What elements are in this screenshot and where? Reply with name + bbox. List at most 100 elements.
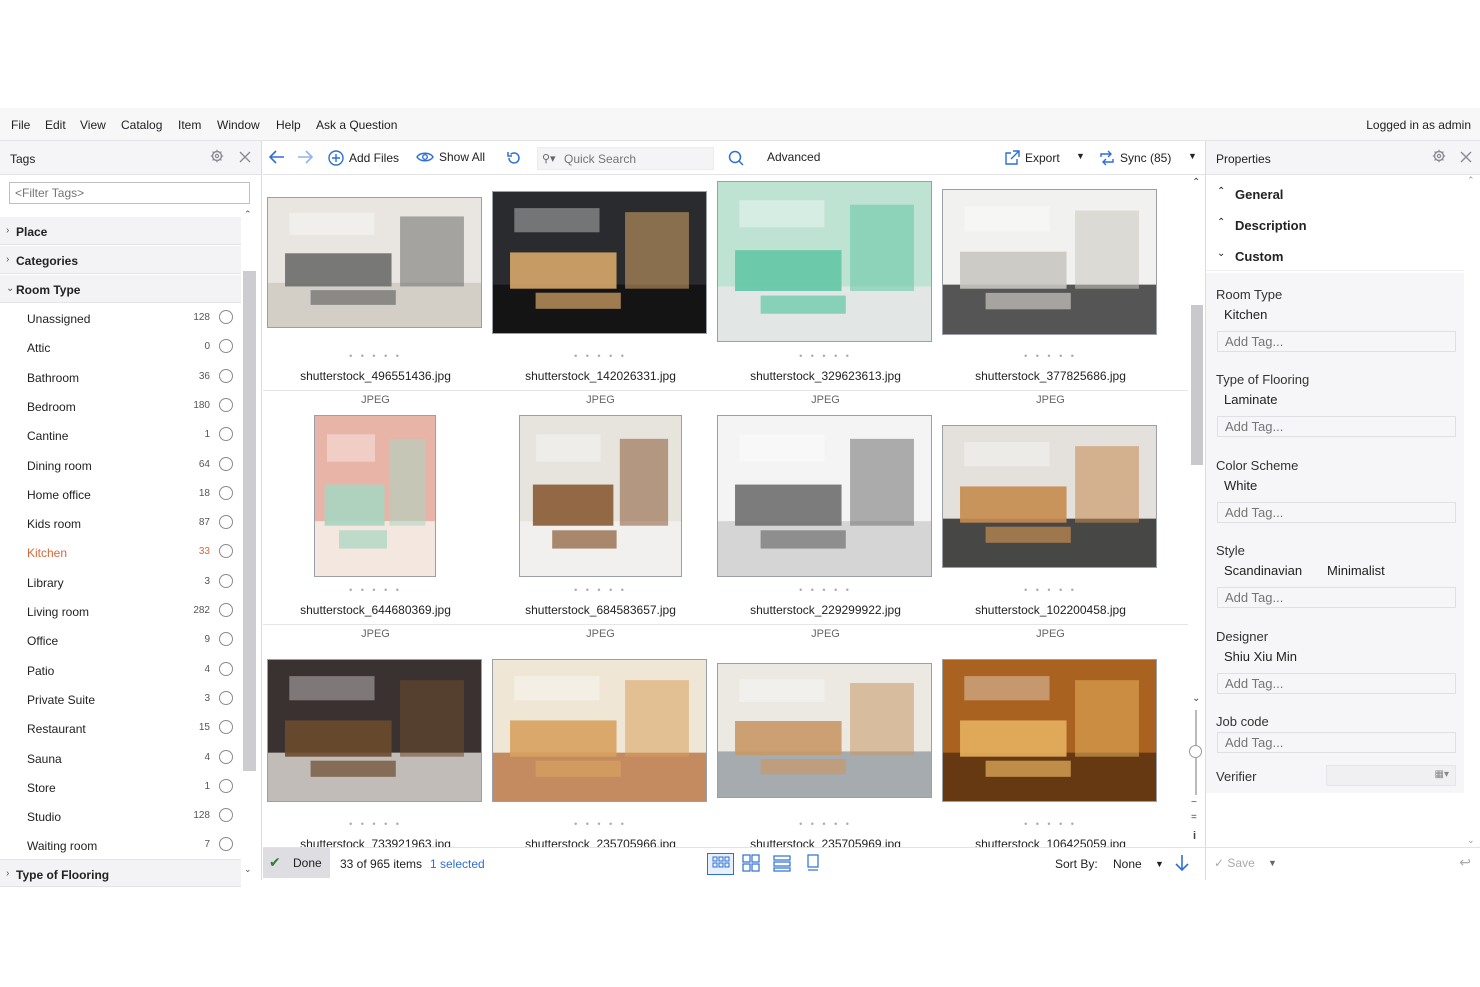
scroll-down-icon[interactable]: ⌄ xyxy=(1192,693,1200,704)
tag-radio-button[interactable] xyxy=(219,749,233,764)
done-button[interactable]: ✔ Done xyxy=(263,848,330,878)
menu-edit[interactable]: Edit xyxy=(45,118,66,132)
thumbnail-image[interactable] xyxy=(717,181,932,342)
tag-row[interactable]: Bathroom 36 xyxy=(0,363,241,392)
tag-row[interactable]: Dining room 64 xyxy=(0,451,241,480)
tag-radio-button[interactable] xyxy=(219,310,233,324)
zoom-out-icon[interactable]: − xyxy=(1191,797,1197,808)
rating-stars[interactable]: • • • • • xyxy=(713,351,938,361)
section-custom[interactable]: ⌄ Custom xyxy=(1206,241,1464,271)
tag-row[interactable]: Kids room 87 xyxy=(0,509,241,538)
thumbnail-image[interactable] xyxy=(267,197,482,328)
menu-file[interactable]: File xyxy=(11,118,30,132)
designer-add-tag[interactable] xyxy=(1217,673,1456,694)
rating-stars[interactable]: • • • • • xyxy=(938,585,1163,595)
thumbnail-image[interactable] xyxy=(717,415,932,577)
room-type-add-tag[interactable] xyxy=(1217,331,1456,352)
sync-dropdown-icon[interactable]: ▼ xyxy=(1188,151,1197,161)
save-dropdown-icon[interactable]: ▼ xyxy=(1268,858,1277,868)
tag-radio-button[interactable] xyxy=(219,485,233,500)
export-button[interactable]: Export xyxy=(1004,150,1060,166)
export-dropdown-icon[interactable]: ▼ xyxy=(1076,151,1085,161)
thumbnail-image[interactable] xyxy=(942,425,1157,568)
sort-direction-arrow-icon[interactable] xyxy=(1175,854,1189,875)
close-icon[interactable] xyxy=(1457,149,1475,167)
style-value[interactable]: Scandinavian xyxy=(1224,563,1302,578)
rating-stars[interactable]: • • • • • xyxy=(488,585,713,595)
search-icon[interactable] xyxy=(728,150,744,166)
thumbnail-image[interactable] xyxy=(267,659,482,802)
rating-stars[interactable]: • • • • • xyxy=(263,585,488,595)
refresh-icon[interactable] xyxy=(506,150,522,166)
tag-row[interactable]: Sauna 4 xyxy=(0,744,241,773)
scroll-up-icon[interactable]: ⌃ xyxy=(1192,177,1200,188)
sync-button[interactable]: Sync (85) xyxy=(1099,150,1171,166)
thumbnail-image[interactable] xyxy=(942,659,1157,802)
tag-row[interactable]: Library 3 xyxy=(0,568,241,597)
gear-icon[interactable] xyxy=(208,149,226,167)
room-type-value[interactable]: Kitchen xyxy=(1224,307,1267,322)
calendar-icon[interactable]: ▦▾ xyxy=(1435,769,1449,780)
flooring-value[interactable]: Laminate xyxy=(1224,392,1277,407)
tag-radio-button[interactable] xyxy=(219,720,233,735)
menu-window[interactable]: Window xyxy=(217,118,260,132)
thumbnail-image[interactable] xyxy=(492,191,707,334)
tag-group-categories[interactable]: › Categories xyxy=(0,246,241,274)
tags-scrollbar[interactable]: ⌃ ⌄ xyxy=(241,209,257,879)
tag-row[interactable]: Patio 4 xyxy=(0,656,241,685)
tag-row[interactable]: Waiting room 7 xyxy=(0,831,241,860)
view-single-icon[interactable] xyxy=(806,854,824,877)
view-grid-small-icon[interactable] xyxy=(707,853,734,875)
tag-row[interactable]: Office 9 xyxy=(0,626,241,655)
tag-group-type-of-flooring[interactable]: › Type of Flooring xyxy=(0,859,241,887)
sort-by-select[interactable]: None xyxy=(1113,857,1142,871)
tag-radio-button[interactable] xyxy=(219,339,233,354)
style-add-tag[interactable] xyxy=(1217,587,1456,608)
tag-row[interactable]: Cantine 1 xyxy=(0,421,241,450)
tag-radio-button[interactable] xyxy=(219,632,233,647)
tag-row[interactable]: Unassigned 128 xyxy=(0,304,241,333)
zoom-fit-icon[interactable]: = xyxy=(1191,812,1197,823)
scroll-up-icon[interactable]: ⌃ xyxy=(1467,175,1475,186)
menu-help[interactable]: Help xyxy=(276,118,301,132)
rating-stars[interactable]: • • • • • xyxy=(713,819,938,829)
job-code-add-tag[interactable] xyxy=(1217,732,1456,753)
rating-stars[interactable]: • • • • • xyxy=(488,351,713,361)
tag-radio-button[interactable] xyxy=(219,427,233,442)
tag-radio-button[interactable] xyxy=(219,778,233,793)
save-button[interactable]: ✓ Save xyxy=(1214,856,1255,870)
grid-scroll-thumb[interactable] xyxy=(1191,305,1203,465)
rating-stars[interactable]: • • • • • xyxy=(713,585,938,595)
back-arrow-icon[interactable] xyxy=(269,150,285,164)
tag-group-place[interactable]: › Place xyxy=(0,217,241,245)
color-scheme-value[interactable]: White xyxy=(1224,478,1257,493)
section-description[interactable]: ⌃ Description xyxy=(1206,210,1464,240)
tag-row[interactable]: Private Suite 3 xyxy=(0,685,241,714)
rating-stars[interactable]: • • • • • xyxy=(263,819,488,829)
menu-item[interactable]: Item xyxy=(178,118,201,132)
tag-radio-button[interactable] xyxy=(219,837,233,852)
style-value[interactable]: Minimalist xyxy=(1327,563,1385,578)
verifier-date-field[interactable]: ▦▾ xyxy=(1326,765,1456,786)
sort-dropdown-icon[interactable]: ▼ xyxy=(1155,859,1164,869)
thumbnail-image[interactable] xyxy=(492,659,707,802)
flooring-add-tag[interactable] xyxy=(1217,416,1456,437)
tag-radio-button[interactable] xyxy=(219,603,233,617)
designer-value[interactable]: Shiu Xiu Min xyxy=(1224,649,1297,664)
scroll-up-icon[interactable]: ⌃ xyxy=(244,209,252,220)
tag-row[interactable]: Attic 0 xyxy=(0,333,241,362)
tag-radio-button[interactable] xyxy=(219,573,233,588)
section-general[interactable]: ⌃ General xyxy=(1206,179,1464,209)
zoom-slider-handle[interactable] xyxy=(1189,745,1202,758)
tag-radio-button[interactable] xyxy=(219,456,233,471)
menu-view[interactable]: View xyxy=(80,118,106,132)
menu-catalog[interactable]: Catalog xyxy=(121,118,162,132)
tag-group-room-type[interactable]: ⌄ Room Type xyxy=(0,275,241,303)
thumbnail-image[interactable] xyxy=(942,189,1157,335)
quick-search-box[interactable]: ⚲▾ xyxy=(537,147,714,170)
info-icon[interactable]: i xyxy=(1193,830,1196,842)
tag-radio-button[interactable] xyxy=(219,808,233,823)
tags-scroll-thumb[interactable] xyxy=(243,271,256,771)
close-icon[interactable] xyxy=(236,149,254,167)
menu-ask-question[interactable]: Ask a Question xyxy=(316,118,397,132)
